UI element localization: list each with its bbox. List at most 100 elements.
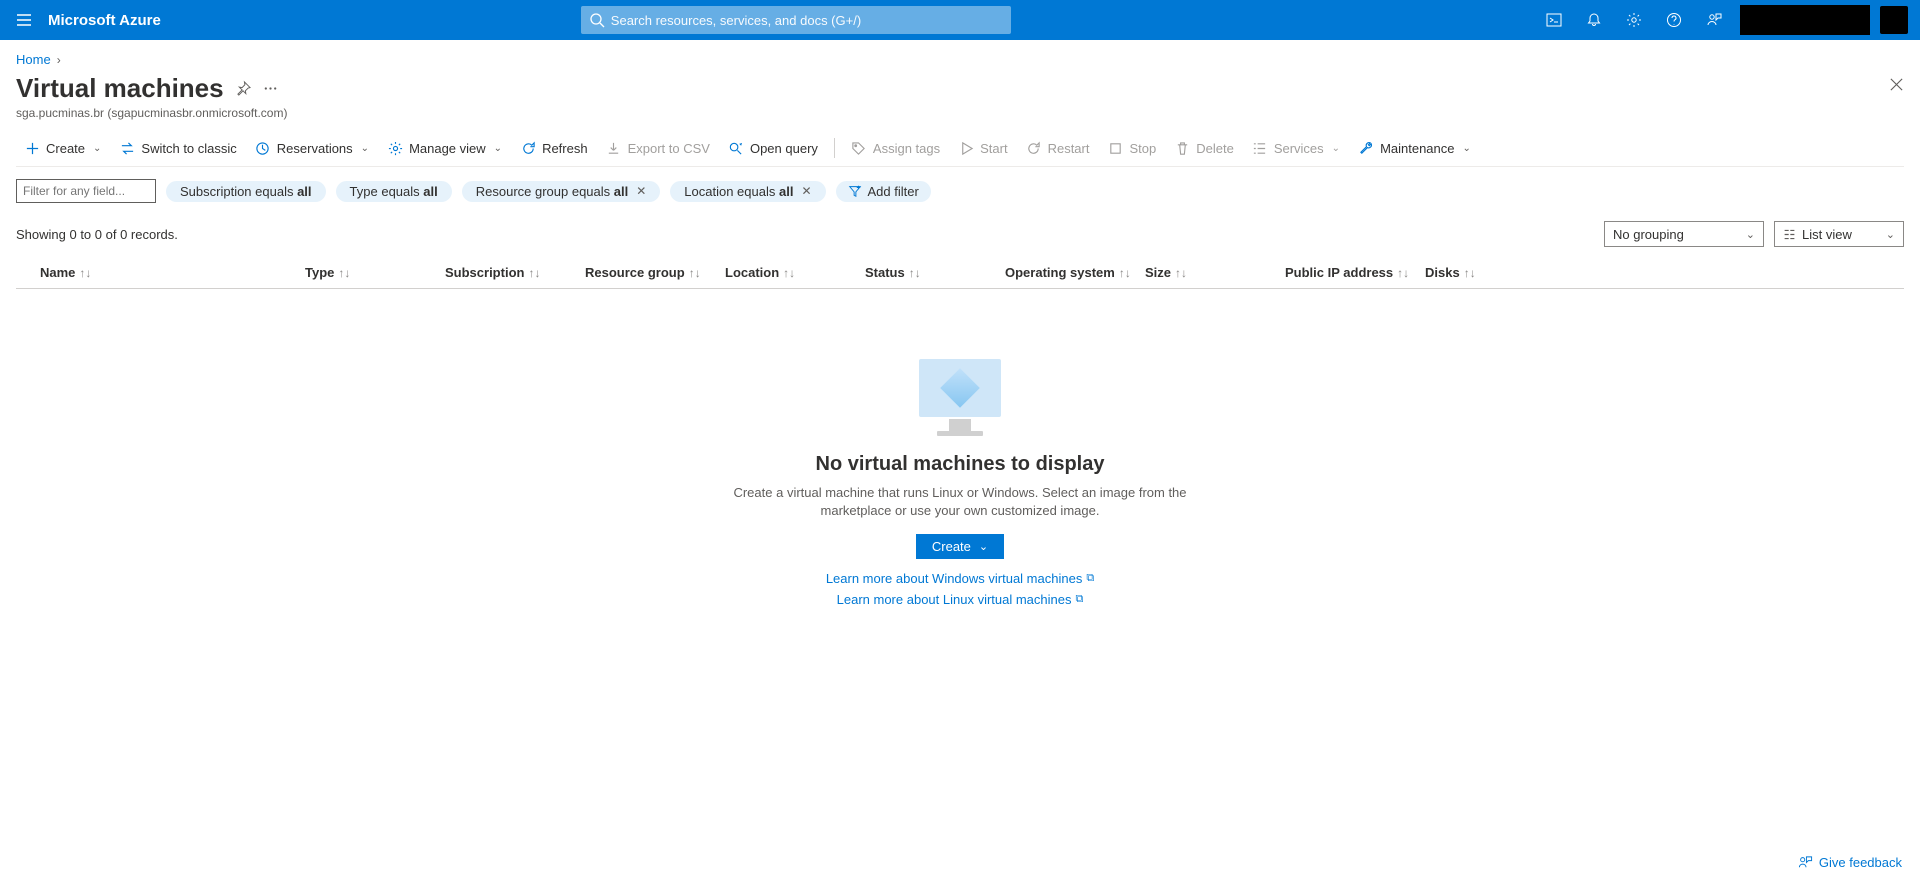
pin-icon [236, 81, 251, 96]
sort-icon: ↑↓ [1397, 266, 1409, 280]
manage-view-label: Manage view [409, 141, 486, 156]
vm-illustration [918, 359, 1003, 439]
filter-input[interactable] [16, 179, 156, 203]
open-query-button[interactable]: Open query [720, 136, 826, 160]
page-title: Virtual machines [16, 73, 224, 104]
external-link-icon: ⧉ [1086, 572, 1094, 585]
filter-resource-group[interactable]: Resource group equals all ✕ [462, 181, 661, 202]
close-button[interactable] [1889, 77, 1904, 95]
view-value: List view [1802, 227, 1852, 242]
feedback-button[interactable] [1696, 0, 1732, 40]
wrench-icon [1359, 141, 1374, 156]
refresh-button[interactable]: Refresh [512, 136, 596, 160]
cloud-shell-button[interactable] [1536, 0, 1572, 40]
add-filter-button[interactable]: Add filter [836, 181, 931, 202]
hamburger-menu[interactable] [8, 4, 40, 36]
gear-icon [1626, 12, 1642, 28]
maintenance-label: Maintenance [1380, 141, 1454, 156]
brand-label[interactable]: Microsoft Azure [48, 12, 161, 29]
reservations-button[interactable]: Reservations ⌄ [247, 136, 377, 160]
give-feedback-button[interactable]: Give feedback [1798, 855, 1902, 870]
create-label: Create [46, 141, 85, 156]
avatar[interactable] [1880, 6, 1908, 34]
empty-title: No virtual machines to display [816, 453, 1105, 476]
search-input[interactable] [581, 6, 1011, 34]
empty-create-button[interactable]: Create ⌄ [916, 534, 1004, 559]
breadcrumb: Home › [16, 52, 1904, 67]
gear-icon [388, 141, 403, 156]
export-csv-label: Export to CSV [628, 141, 710, 156]
sort-icon: ↑↓ [783, 266, 795, 280]
sort-icon: ↑↓ [689, 266, 701, 280]
sort-icon: ↑↓ [79, 266, 91, 280]
filter-subscription[interactable]: Subscription equals all [166, 181, 326, 202]
account-info[interactable] [1740, 5, 1870, 35]
filter-type[interactable]: Type equals all [336, 181, 452, 202]
empty-create-label: Create [932, 539, 971, 554]
settings-button[interactable] [1616, 0, 1652, 40]
top-header: Microsoft Azure [0, 0, 1920, 40]
assign-tags-button: Assign tags [843, 136, 948, 160]
column-status[interactable]: Status↑↓ [865, 265, 1005, 280]
download-icon [606, 141, 621, 156]
chevron-down-icon: ⌄ [1332, 143, 1340, 154]
view-dropdown[interactable]: List view ⌄ [1774, 221, 1904, 247]
status-row: Showing 0 to 0 of 0 records. No grouping… [16, 221, 1904, 247]
column-location[interactable]: Location↑↓ [725, 265, 865, 280]
remove-filter-icon[interactable]: ✕ [636, 184, 646, 198]
person-feedback-icon [1706, 12, 1722, 28]
remove-filter-icon[interactable]: ✕ [801, 184, 811, 198]
column-os[interactable]: Operating system↑↓ [1005, 265, 1145, 280]
filter-icon [848, 184, 862, 198]
learn-linux-link[interactable]: Learn more about Linux virtual machines … [837, 592, 1084, 607]
query-icon [728, 141, 743, 156]
search-icon [589, 12, 605, 28]
command-bar: Create ⌄ Switch to classic Reservations … [16, 136, 1904, 167]
restart-label: Restart [1048, 141, 1090, 156]
refresh-icon [521, 141, 536, 156]
trash-icon [1175, 141, 1190, 156]
services-button: Services ⌄ [1244, 136, 1348, 160]
global-search[interactable] [581, 6, 1011, 34]
open-query-label: Open query [750, 141, 818, 156]
list-icon [1252, 141, 1267, 156]
hamburger-icon [16, 12, 32, 28]
delete-button: Delete [1166, 136, 1242, 160]
stop-label: Stop [1129, 141, 1156, 156]
grouping-dropdown[interactable]: No grouping ⌄ [1604, 221, 1764, 247]
column-disks[interactable]: Disks↑↓ [1425, 265, 1525, 280]
start-button: Start [950, 136, 1015, 160]
sort-icon: ↑↓ [528, 266, 540, 280]
more-icon [263, 81, 278, 96]
column-resource-group[interactable]: Resource group↑↓ [585, 265, 725, 280]
column-subscription[interactable]: Subscription↑↓ [445, 265, 585, 280]
restart-icon [1026, 141, 1041, 156]
delete-label: Delete [1196, 141, 1234, 156]
learn-windows-link[interactable]: Learn more about Windows virtual machine… [826, 571, 1094, 586]
breadcrumb-home[interactable]: Home [16, 52, 51, 67]
maintenance-button[interactable]: Maintenance ⌄ [1350, 136, 1479, 160]
sort-icon: ↑↓ [1175, 266, 1187, 280]
empty-body: Create a virtual machine that runs Linux… [700, 484, 1220, 520]
chevron-down-icon: ⌄ [1463, 143, 1471, 154]
create-button[interactable]: Create ⌄ [16, 136, 109, 160]
filter-location[interactable]: Location equals all ✕ [670, 181, 825, 202]
header-actions [1536, 0, 1912, 40]
column-name[interactable]: Name↑↓ [40, 265, 305, 280]
pin-button[interactable] [236, 81, 251, 96]
switch-classic-button[interactable]: Switch to classic [111, 136, 244, 160]
page-subtitle: sga.pucminas.br (sgapucminasbr.onmicroso… [16, 106, 1904, 120]
empty-state: No virtual machines to display Create a … [16, 359, 1904, 607]
record-count: Showing 0 to 0 of 0 records. [16, 227, 178, 242]
table-header: Name↑↓ Type↑↓ Subscription↑↓ Resource gr… [16, 257, 1904, 289]
bell-icon [1586, 12, 1602, 28]
column-public-ip[interactable]: Public IP address↑↓ [1285, 265, 1425, 280]
column-type[interactable]: Type↑↓ [305, 265, 445, 280]
notifications-button[interactable] [1576, 0, 1612, 40]
more-button[interactable] [263, 81, 278, 96]
filter-row: Subscription equals all Type equals all … [16, 179, 1904, 203]
manage-view-button[interactable]: Manage view ⌄ [379, 136, 510, 160]
column-size[interactable]: Size↑↓ [1145, 265, 1285, 280]
chevron-down-icon: ⌄ [361, 143, 369, 154]
help-button[interactable] [1656, 0, 1692, 40]
